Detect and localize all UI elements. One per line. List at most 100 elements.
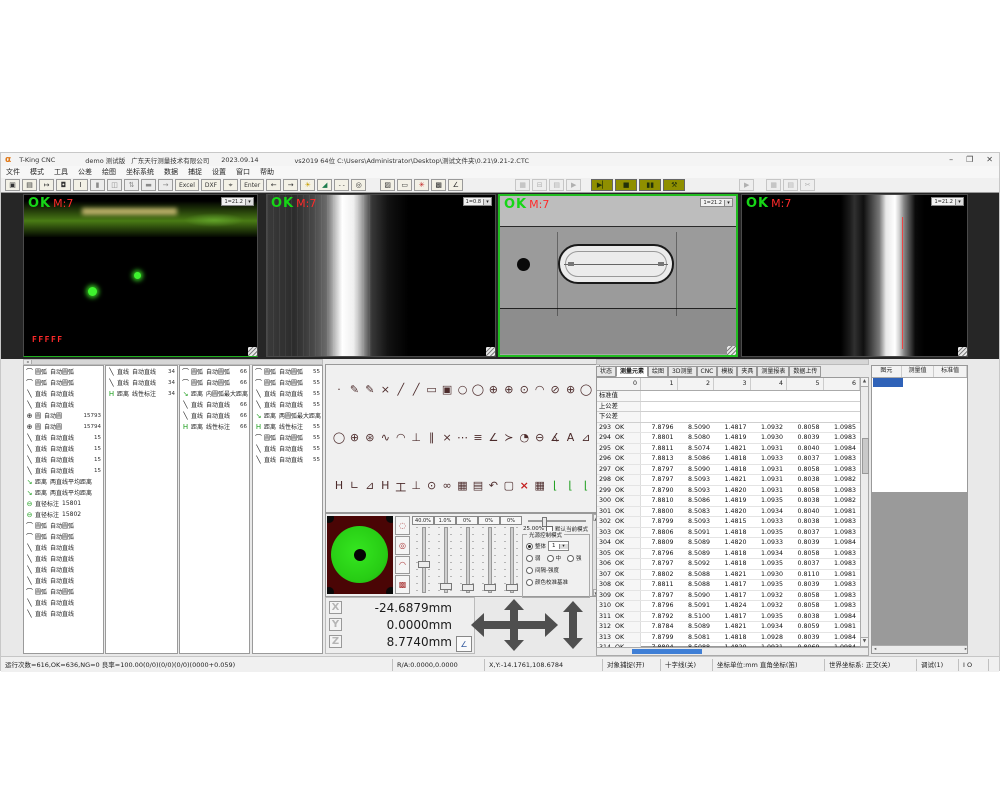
light-slider[interactable]: 1.0% <box>434 516 456 596</box>
burst-button[interactable]: ✳ <box>414 179 429 191</box>
element-column-header[interactable]: 标准值 <box>934 366 967 377</box>
stage-move-button[interactable]: ↦ <box>39 179 54 191</box>
chart-tool-button[interactable]: ∠ <box>448 179 463 191</box>
feature-row[interactable]: ╲直线自动直线55 <box>253 443 322 454</box>
camera-view-3-selected[interactable]: OKM:7 1=21.2▾ <box>498 194 738 357</box>
chevron-down-icon[interactable]: ▾ <box>483 199 491 205</box>
save-grid-button[interactable]: ▦ <box>515 179 530 191</box>
feature-row[interactable]: ⊖直径标注15801 <box>24 498 103 509</box>
tab-状态[interactable]: 状态 <box>596 366 616 377</box>
palette-tool-icon[interactable]: ≻ <box>502 431 516 444</box>
camera2-magnification-select[interactable]: 1=0.8▾ <box>463 197 492 206</box>
tab-模板[interactable]: 模板 <box>717 366 737 377</box>
feature-row[interactable]: ⌒圆弧自动圆弧55 <box>253 377 322 388</box>
light-channel-button[interactable]: ◎ <box>395 536 410 555</box>
table-row[interactable]: 297OK7.87978.50901.48181.09310.80581.098… <box>597 465 868 476</box>
table-row[interactable]: 298OK7.87978.50931.48211.09310.80381.098… <box>597 475 868 486</box>
results-vertical-scrollbar[interactable]: ▲ ▼ <box>860 377 869 647</box>
palette-tool-icon[interactable]: A <box>564 431 578 444</box>
menu-item[interactable]: 公差 <box>73 167 97 177</box>
tool-a-button[interactable]: ▮ <box>90 179 105 191</box>
tool-c-button[interactable]: ⇅ <box>124 179 139 191</box>
tab-测量报表[interactable]: 测量报表 <box>757 366 789 377</box>
palette-tool-icon[interactable]: H <box>378 479 392 495</box>
scroll-up-icon[interactable]: ▲ <box>861 378 868 387</box>
jog-down-icon[interactable] <box>504 640 524 651</box>
run-single-button[interactable]: ▶▏ <box>591 179 613 191</box>
feature-row[interactable]: ⌒圆弧自动圆弧 <box>24 586 103 597</box>
palette-tool-icon[interactable]: ⊿ <box>363 479 377 495</box>
jog-vertical-bar[interactable] <box>510 609 518 641</box>
palette-tool-icon[interactable]: ↶ <box>486 479 500 495</box>
open-button[interactable]: ▤ <box>22 179 37 191</box>
joystick-button[interactable]: ⌖ <box>223 179 238 191</box>
palette-tool-icon[interactable]: ⌊ <box>564 479 578 495</box>
palette-tool-icon[interactable]: ◠ <box>533 383 547 396</box>
palette-tool-icon[interactable]: ∥ <box>425 431 439 444</box>
feature-row[interactable]: ↘距离两圆弧最大距离 <box>253 410 322 421</box>
feature-row[interactable]: ╲直线自动直线 <box>24 575 103 586</box>
column-header[interactable]: 0 <box>597 378 641 390</box>
table-row[interactable]: 293OK7.87968.50901.48171.09320.80581.098… <box>597 423 868 434</box>
palette-tool-icon[interactable]: ▭ <box>425 383 439 396</box>
palette-tool-icon[interactable]: ⊙ <box>425 479 439 495</box>
palette-tool-icon[interactable]: ◯ <box>332 431 346 444</box>
tool-d-button[interactable]: ▬ <box>141 179 156 191</box>
tool-b-button[interactable]: ◫ <box>107 179 122 191</box>
resize-grip-icon[interactable] <box>248 347 257 356</box>
results-horizontal-scrollbar[interactable] <box>596 647 869 656</box>
cut-button[interactable]: ✂ <box>800 179 815 191</box>
palette-tool-icon[interactable]: ▣ <box>440 383 454 396</box>
column-header[interactable]: 3 <box>714 378 751 390</box>
magnifier-button[interactable]: ◎ <box>351 179 366 191</box>
palette-tool-icon[interactable]: ⊛ <box>363 431 377 444</box>
maximize-button[interactable]: ❐ <box>966 155 973 164</box>
element-column-header[interactable]: 测量值 <box>902 366 935 377</box>
mode-strength-radio[interactable] <box>526 555 533 562</box>
menu-item[interactable]: 帮助 <box>255 167 279 177</box>
surface-button[interactable]: ◢ <box>317 179 332 191</box>
slider-thumb[interactable] <box>484 584 496 591</box>
close-button[interactable]: ✕ <box>986 155 993 164</box>
pause-button[interactable]: ▮▮ <box>639 179 661 191</box>
palette-tool-icon[interactable]: ▦ <box>456 479 470 495</box>
camera-view-2[interactable]: OKM:7 1=0.8▾ <box>266 194 496 357</box>
camera4-magnification-select[interactable]: 1=21.2▾ <box>931 197 964 206</box>
slider-thumb[interactable] <box>506 584 518 591</box>
light-channel-button[interactable]: ▩ <box>395 575 410 594</box>
palette-tool-icon[interactable]: ○ <box>456 383 470 396</box>
camera3-magnification-select[interactable]: 1=21.2▾ <box>700 198 733 207</box>
table-row[interactable]: 306OK7.87978.50921.48181.09350.80371.098… <box>597 559 868 570</box>
menu-item[interactable]: 捕捉 <box>183 167 207 177</box>
chevron-down-icon[interactable]: ▾ <box>955 199 963 205</box>
light-slider[interactable]: 0% <box>456 516 478 596</box>
palette-tool-icon[interactable]: ⊕ <box>347 431 361 444</box>
feature-row[interactable]: H距离线性标注55 <box>253 421 322 432</box>
table-row[interactable]: 312OK7.87848.50891.48211.09340.80591.098… <box>597 622 868 633</box>
feature-row[interactable]: ╲直线自动直线 <box>24 399 103 410</box>
slider-track[interactable] <box>436 527 454 591</box>
goto-position-button[interactable]: ∠ <box>456 636 472 652</box>
table-fixed-row[interactable]: 下公差 <box>597 412 868 423</box>
palette-tool-icon[interactable]: ⊥ <box>409 431 423 444</box>
mode-color-radio[interactable] <box>526 579 533 586</box>
feature-row[interactable]: ⌒圆弧自动圆弧55 <box>253 432 322 443</box>
table-row[interactable]: 295OK7.88118.50741.48211.09310.80401.098… <box>597 444 868 455</box>
table-fixed-row[interactable]: 标准值 <box>597 391 868 402</box>
menu-item[interactable]: 文件 <box>1 167 25 177</box>
save2-button[interactable]: ▦ <box>766 179 781 191</box>
slider-thumb[interactable] <box>440 583 452 590</box>
table-row[interactable]: 307OK7.88028.50881.48211.09300.81101.098… <box>597 570 868 581</box>
scroll-left-icon[interactable]: ◂ <box>874 647 876 652</box>
light-channel-button[interactable]: ◌ <box>395 516 410 535</box>
palette-tool-icon[interactable]: ⌊ <box>548 479 562 495</box>
scroll-left-icon[interactable]: ◂ <box>24 360 32 364</box>
enter-button[interactable]: Enter <box>240 179 264 191</box>
palette-tool-icon[interactable]: ⊕ <box>486 383 500 396</box>
table-row[interactable]: 313OK7.87998.50811.48181.09280.80391.098… <box>597 633 868 644</box>
column-header[interactable]: 2 <box>678 378 715 390</box>
menu-item[interactable]: 绘图 <box>97 167 121 177</box>
palette-tool-icon[interactable]: ▤ <box>471 479 485 495</box>
column-header[interactable]: 5 <box>787 378 824 390</box>
palette-tool-icon[interactable]: ∞ <box>440 479 454 495</box>
